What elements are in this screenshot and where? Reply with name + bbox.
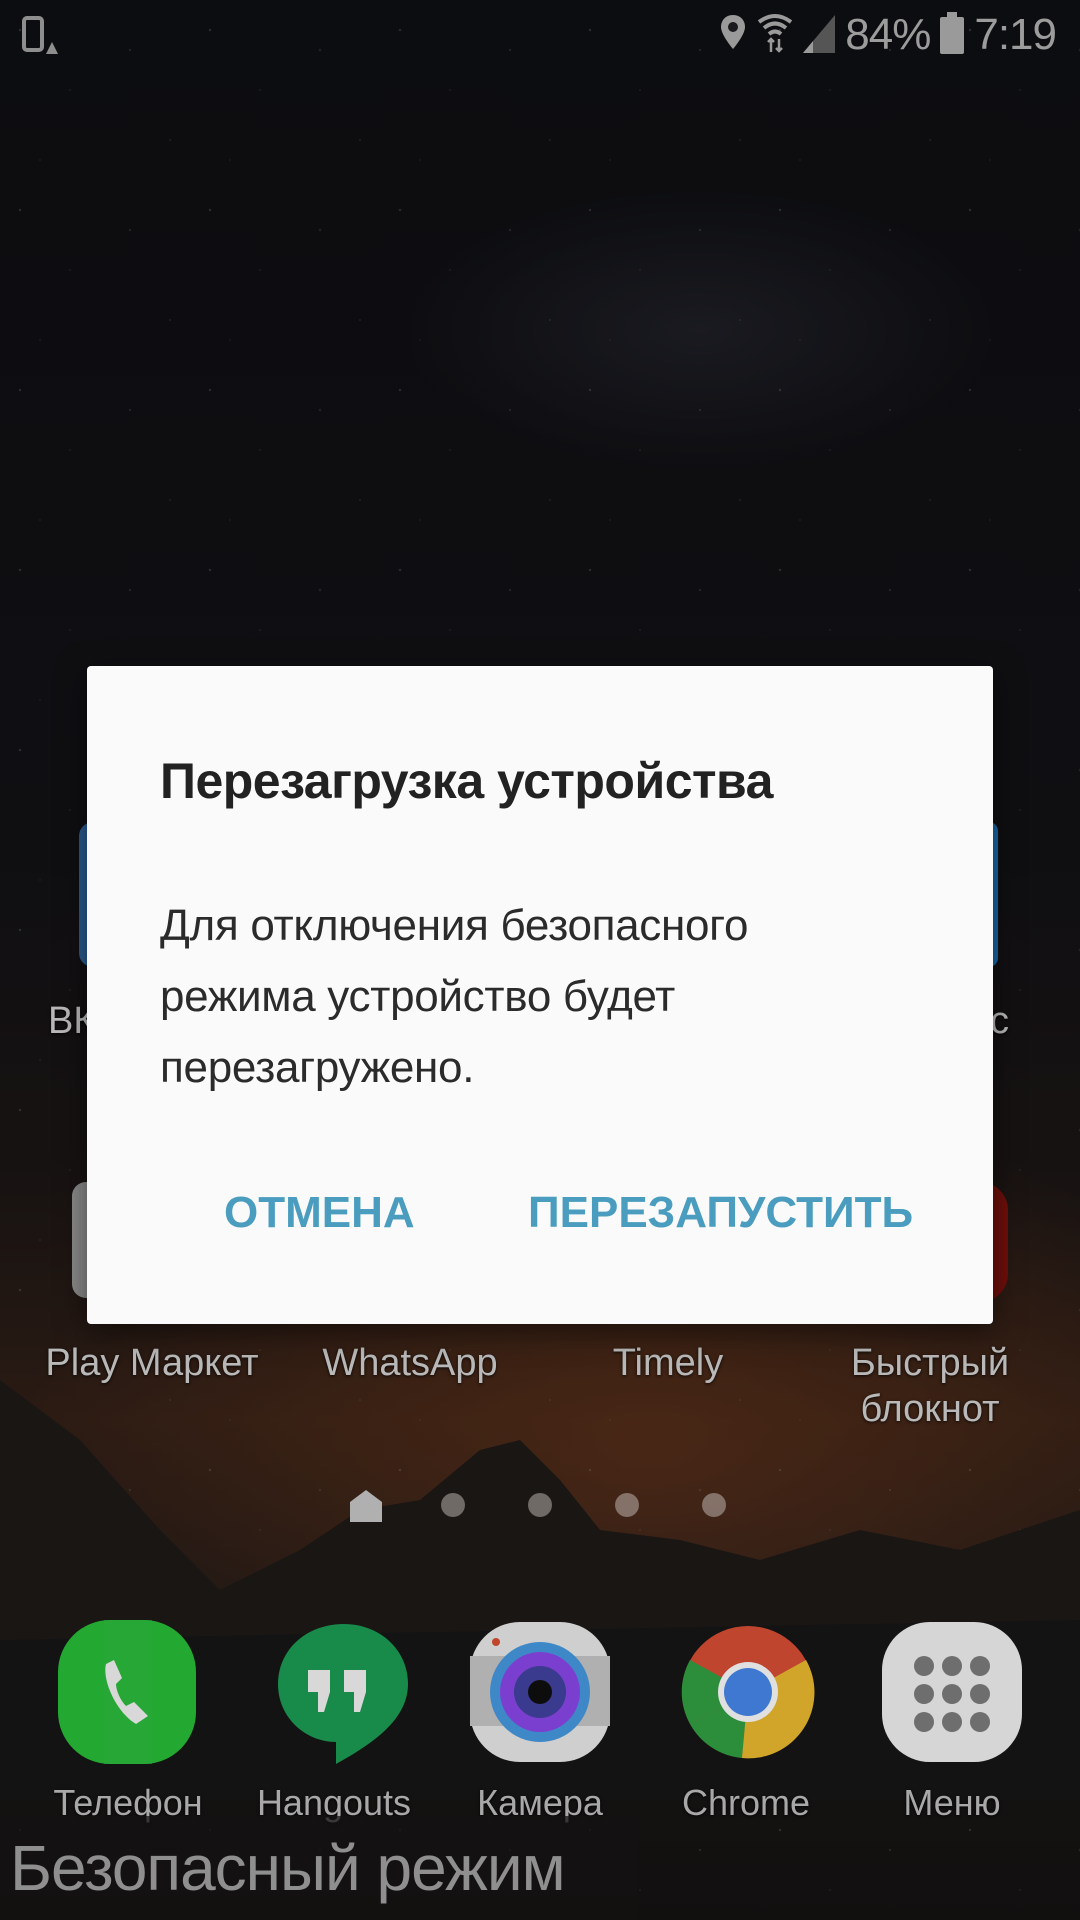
page-dot-3[interactable] <box>528 1493 552 1517</box>
restart-dialog: Перезагрузка устройства Для отключения б… <box>87 666 993 1324</box>
app-label-quick-notes-line1: Быстрый <box>850 1342 1010 1384</box>
location-icon <box>719 13 747 58</box>
safe-mode-warning-icon <box>22 16 58 61</box>
dialog-message-line: перезагружено. <box>160 1043 475 1092</box>
home-page-icon[interactable] <box>350 1490 382 1527</box>
dock-label-chrome: Chrome <box>681 1782 811 1823</box>
camera-icon[interactable] <box>470 1620 614 1764</box>
app-label-timely[interactable]: Timely <box>568 1340 768 1386</box>
dialog-title: Перезагрузка устройства <box>160 753 773 809</box>
clock: 7:19 <box>974 10 1057 59</box>
page-dot-4[interactable] <box>615 1493 639 1517</box>
app-label-quick-notes[interactable]: Быстрый блокнот <box>820 1340 1040 1432</box>
battery-icon <box>940 11 965 59</box>
wifi-icon <box>757 12 793 59</box>
page-dot-2[interactable] <box>441 1493 465 1517</box>
dialog-message-line: Для отключения безопасного <box>160 901 749 950</box>
app-label-quick-notes-line2: блокнот <box>860 1388 1000 1430</box>
safe-mode-indicator: Безопасный режим <box>0 1816 638 1920</box>
page-dot-5[interactable] <box>702 1493 726 1517</box>
dock-label-menu: Меню <box>903 1782 1001 1823</box>
apps-grid-icon[interactable] <box>882 1620 1026 1764</box>
restart-button[interactable]: ПЕРЕЗАПУСТИТЬ <box>528 1188 913 1238</box>
battery-percent: 84% <box>845 10 931 59</box>
cancel-button[interactable]: ОТМЕНА <box>224 1188 415 1238</box>
status-bar: 84% 7:19 <box>0 0 1080 72</box>
phone-icon[interactable] <box>56 1620 200 1764</box>
signal-icon <box>803 13 836 58</box>
chrome-icon[interactable] <box>678 1620 822 1764</box>
hangouts-icon[interactable] <box>272 1620 416 1764</box>
app-label-whatsapp[interactable]: WhatsApp <box>300 1340 520 1386</box>
dialog-message-line: режима устройство будет <box>160 972 676 1021</box>
page-indicator <box>0 1490 1080 1522</box>
app-label-play-market[interactable]: Play Маркет <box>22 1340 282 1386</box>
dialog-message: Для отключения безопасного режима устрой… <box>160 890 920 1103</box>
